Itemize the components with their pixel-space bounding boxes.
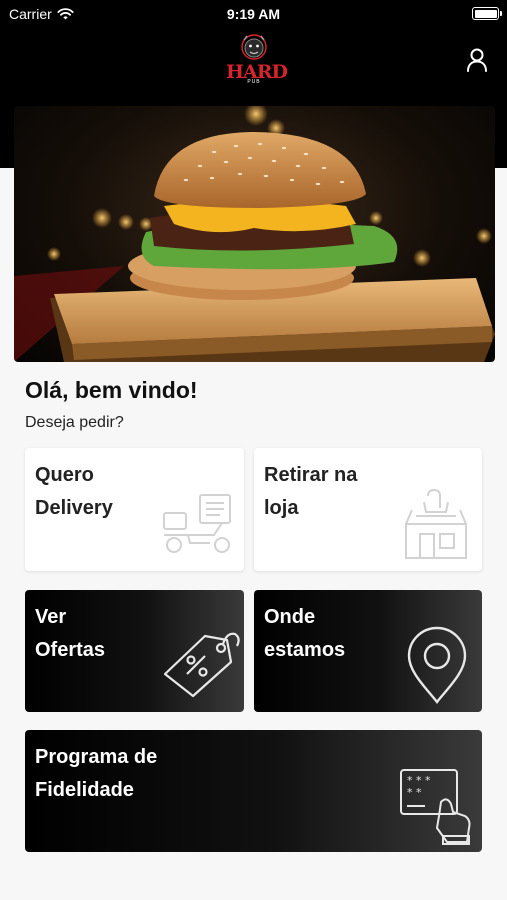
svg-text:* *: * * [407,786,422,799]
bulldog-icon [241,34,267,60]
delivery-card[interactable]: Quero Delivery [25,448,244,571]
status-time: 9:19 AM [226,6,281,22]
burger-illustration [14,106,495,362]
profile-button[interactable] [463,46,491,74]
logo-subtext: PUB [247,79,261,85]
welcome-subtitle: Deseja pedir? [25,414,124,431]
hard-pub-logo[interactable]: HARD PUB [226,32,288,88]
store-icon [405,488,467,559]
offers-card[interactable]: Ver Ofertas [25,590,244,712]
price-tag-icon [163,632,240,698]
hero-burger-banner [14,106,495,362]
loyalty-card[interactable]: Programa de Fidelidade * * * * * [25,730,482,852]
loyalty-card-label: Programa de Fidelidade [35,746,158,801]
pickup-card[interactable]: Retirar na loja [254,448,482,571]
location-card[interactable]: Onde estamos [254,590,482,712]
battery-icon [472,7,502,20]
map-pin-icon [407,626,467,704]
loyalty-card-icon: * * * * * [400,769,471,845]
delivery-scooter-icon [163,494,231,553]
status-bar: Carrier 9:19 AM [0,0,507,28]
user-icon [467,48,487,72]
welcome-heading: Olá, bem vindo! [25,377,198,403]
